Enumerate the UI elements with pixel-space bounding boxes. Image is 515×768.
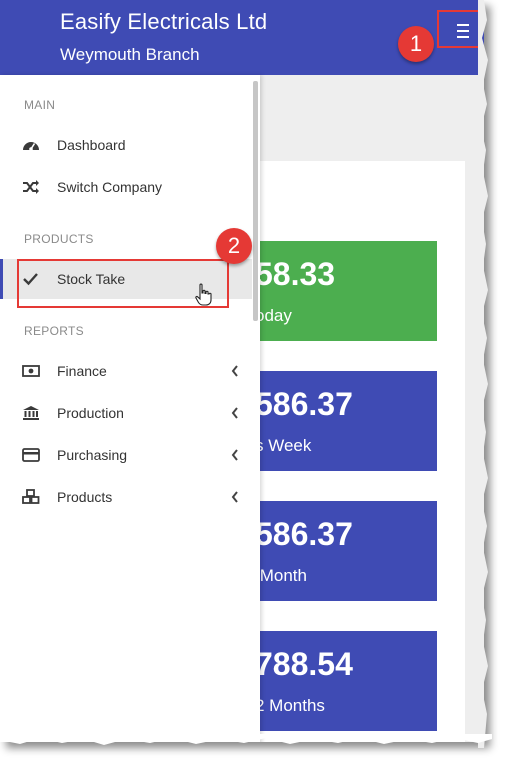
chevron-left-icon <box>231 365 238 377</box>
callout-box-stock-take <box>17 259 229 308</box>
credit-card-icon <box>22 448 40 462</box>
nav-item-production[interactable]: Production <box>0 393 252 433</box>
stat-label: s Week <box>255 436 312 455</box>
drawer-scrollbar[interactable] <box>253 81 258 321</box>
nav-item-finance[interactable]: Finance <box>0 351 252 391</box>
stat-value: 58.33 <box>255 256 336 292</box>
nav-item-dashboard[interactable]: Dashboard <box>0 125 252 165</box>
nav-item-products[interactable]: Products <box>0 477 252 517</box>
nav-item-switch-company[interactable]: Switch Company <box>0 167 252 207</box>
speedometer-icon <box>23 142 39 151</box>
chevron-left-icon <box>231 449 238 461</box>
stat-label: 2 Months <box>255 696 325 715</box>
torn-edge-bottom <box>0 734 492 745</box>
nav-item-label: Dashboard <box>57 137 126 153</box>
callout-box-menu <box>437 10 481 48</box>
chevron-left-icon <box>231 407 238 419</box>
side-drawer: MAIN Dashboard Switch Company PRODUCTS S… <box>0 75 260 742</box>
stat-tile-week[interactable]: 586.37 s Week <box>250 371 437 471</box>
nav-item-label: Finance <box>57 363 107 379</box>
cubes-icon <box>22 489 40 504</box>
nav-item-label: Products <box>57 489 113 505</box>
step-badge-1: 1 <box>398 26 434 62</box>
stat-tile-month[interactable]: 586.37 Month <box>250 501 437 601</box>
nav-item-label: Purchasing <box>57 447 128 463</box>
stat-value: 788.54 <box>255 646 353 682</box>
stat-value: 586.37 <box>255 516 353 552</box>
bank-icon <box>23 406 39 420</box>
stat-label: oday <box>255 306 292 325</box>
torn-edge-right <box>478 0 488 748</box>
nav-item-purchasing[interactable]: Purchasing <box>0 435 252 475</box>
branch-name: Weymouth Branch <box>60 45 200 64</box>
nav-item-label: Production <box>57 405 124 421</box>
section-label-main: MAIN <box>24 98 56 112</box>
chevron-left-icon <box>231 491 238 503</box>
stat-tile-today[interactable]: 58.33 oday <box>250 241 437 341</box>
stat-tile-12-months[interactable]: 788.54 2 Months <box>250 631 437 731</box>
section-label-products: PRODUCTS <box>24 232 94 246</box>
step-badge-2: 2 <box>216 228 252 264</box>
stat-label: Month <box>255 566 307 585</box>
company-name: Easify Electricals Ltd <box>60 9 268 34</box>
shuffle-icon <box>23 180 39 194</box>
app-window: Easify Electricals Ltd Weymouth Branch 5… <box>0 0 484 742</box>
active-indicator <box>0 259 3 299</box>
nav-item-label: Switch Company <box>57 179 163 195</box>
money-icon <box>22 365 40 377</box>
stat-value: 586.37 <box>255 386 353 422</box>
section-label-reports: REPORTS <box>24 324 84 338</box>
